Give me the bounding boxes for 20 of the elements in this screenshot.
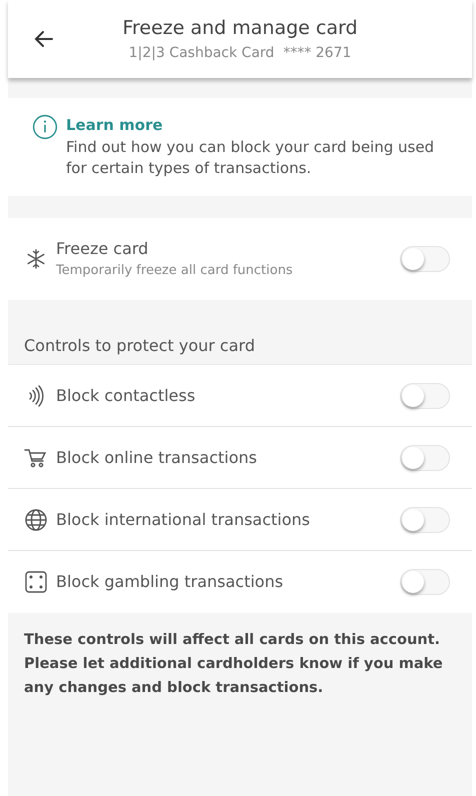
control-toggle[interactable]: [400, 444, 450, 470]
control-toggle[interactable]: [400, 569, 450, 595]
control-toggle[interactable]: [400, 382, 450, 408]
freeze-description: Temporarily freeze all card functions: [56, 262, 294, 280]
control-label: Block gambling transactions: [56, 571, 284, 593]
control-label: Block contactless: [56, 384, 196, 406]
info-icon: [32, 114, 58, 140]
freeze-label: Freeze card: [56, 238, 150, 260]
learn-more-link[interactable]: Learn more: [66, 114, 448, 136]
info-text: Find out how you can block your card being used for certain types of transactions.: [66, 136, 436, 180]
globe-icon: [24, 508, 48, 532]
dice-icon: [24, 570, 48, 594]
card-subtitle: 1|2|3 Cashback Card **** 2671: [128, 44, 352, 63]
freeze-toggle[interactable]: [400, 246, 450, 272]
section-heading: Controls to protect your card: [23, 335, 256, 357]
screen-title: Freeze and manage card: [122, 16, 358, 42]
footer-note: These controls will affect all cards on this account. Please let additional cardholders know if you make any changes and block transactions.: [23, 631, 444, 698]
control-label: Block international transactions: [56, 508, 312, 530]
control-toggle[interactable]: [400, 506, 450, 532]
control-label: Block online transactions: [56, 446, 258, 468]
